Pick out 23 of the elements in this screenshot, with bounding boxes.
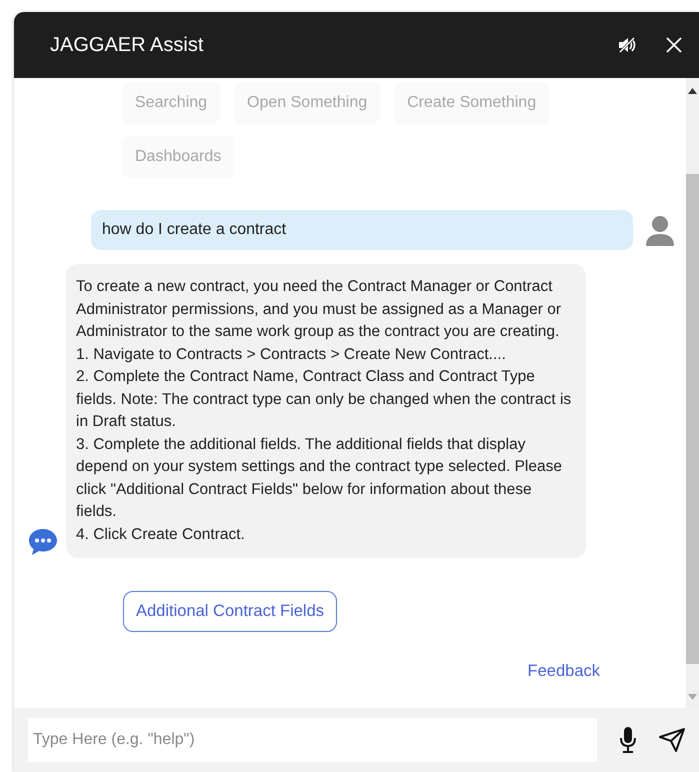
message-text: 4. Click Create Contract. [76,524,246,544]
quick-reply-chip[interactable]: Dashboards [122,136,234,178]
message-input-field[interactable]: Type Here (e.g. "help") [28,718,598,762]
close-icon[interactable] [665,36,683,54]
action-button[interactable]: Additional Contract Fields [123,591,338,632]
message-text: 2. Complete the Contract Name, Contract Class and Contract Type fields. Note: The contract type can only be changed when the contract is in Draft status. [76,367,572,432]
chat-bubble-icon [28,528,58,556]
scrollbar[interactable] [686,78,699,708]
message-text: To create a new contract, you need the Contract Manager or Contract Administrator permissions, and you must be assigned as a Manager or Administrator to the same work group as the contract you are creating. [76,277,562,342]
send-icon[interactable] [659,728,685,752]
message-text: 1. Navigate to Contracts > Contracts > Create New Contract.... [76,344,507,364]
microphone-icon[interactable] [619,726,638,754]
feedback-link[interactable]: Feedback [528,662,600,681]
scroll-up-icon[interactable] [688,88,697,94]
quick-reply-chip[interactable]: Create Something [394,82,550,124]
scroll-thumb[interactable] [686,174,699,664]
message-text: 3. Complete the additional fields. The additional fields that display depend on your system settings and the contract type selected. Please click "Additional Contract Fields" below for information about these fields. [76,434,563,522]
mute-icon[interactable] [617,36,637,54]
quick-reply-chip[interactable]: Searching [122,82,220,124]
quick-reply-chip[interactable]: Open Something [234,82,380,124]
window-title: JAGGAER Assist [50,34,204,56]
user-avatar-icon [645,214,675,246]
user-message: how do I create a contract [91,210,633,250]
